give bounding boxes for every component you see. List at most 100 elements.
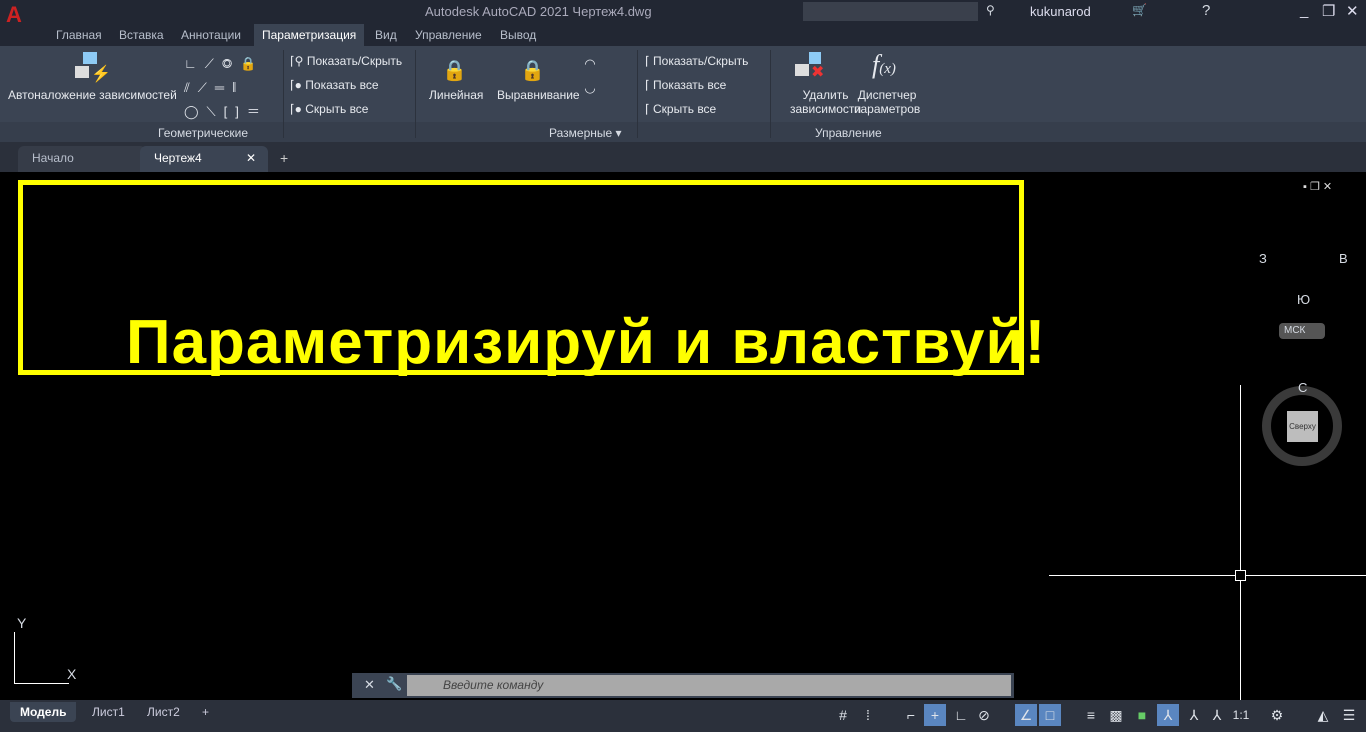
- delete-constraints-icon[interactable]: ✖: [795, 52, 825, 82]
- add-layout-button[interactable]: +: [192, 702, 219, 722]
- osnap-icon[interactable]: □: [1039, 704, 1061, 726]
- aligned-icon[interactable]: 🔒: [520, 58, 545, 83]
- geometric-constraint-icons[interactable]: ∟⟋◎🔒 ⫽⟋═∥ ◯⟍[]＝: [184, 52, 268, 124]
- crosshair-box: [1235, 570, 1246, 581]
- ribbon: ⚡ Автоналожение зависимостей ∟⟋◎🔒 ⫽⟋═∥ ◯⟍[…: [0, 46, 1366, 142]
- command-input[interactable]: Введите команду: [407, 675, 1011, 696]
- drawing-viewport[interactable]: Параметризируй и властвуй! ▪ ❐ ✕ Сверху …: [0, 172, 1366, 700]
- fx-icon[interactable]: f(x): [872, 50, 896, 80]
- tab-view[interactable]: Вид: [375, 28, 397, 42]
- autoconstrain-icon[interactable]: ⚡: [75, 52, 111, 83]
- infer-icon[interactable]: ⌐: [900, 704, 922, 726]
- tab-home[interactable]: Главная: [56, 28, 102, 42]
- scale-dropdown[interactable]: 1:1: [1230, 704, 1252, 726]
- annotation-visibility-icon[interactable]: ⅄: [1157, 704, 1179, 726]
- ucs-icon: [14, 632, 69, 684]
- linear-icon[interactable]: 🔒: [442, 58, 467, 83]
- autoconstrain-button[interactable]: Автоналожение зависимостей: [8, 88, 177, 102]
- label: параметров: [854, 102, 921, 116]
- aligned-button[interactable]: Выравнивание: [497, 88, 580, 102]
- geo-hide-all-button[interactable]: ⌈● Скрыть все: [290, 102, 368, 116]
- label: Размерные: [549, 126, 613, 140]
- layout-tab-sheet1[interactable]: Лист1: [82, 702, 135, 722]
- command-line: ✕ 🔧 Введите команду: [352, 673, 1014, 698]
- search-input[interactable]: [803, 2, 978, 21]
- status-bar: Модель Лист1 Лист2 + # ⁞ ⌐ + ∟ ⊘ ∠ □ ≡ ▩…: [0, 700, 1366, 732]
- user-name[interactable]: kukunarod: [1030, 4, 1091, 19]
- viewcube-top[interactable]: Сверху: [1287, 411, 1318, 442]
- window-title: Autodesk AutoCAD 2021 Чертеж4.dwg: [425, 4, 652, 19]
- graphics-performance-icon[interactable]: ◭: [1312, 704, 1334, 726]
- polar-icon[interactable]: ⊘: [973, 704, 995, 726]
- file-tab-drawing4[interactable]: Чертеж4 ✕: [140, 146, 268, 172]
- label: Скрыть все: [653, 102, 717, 116]
- dim-show-all-button[interactable]: ⌈ Показать все: [645, 78, 726, 92]
- restore-button[interactable]: ❐: [1322, 2, 1335, 20]
- transparency-icon[interactable]: ▩: [1105, 704, 1127, 726]
- title-bar: A Autodesk AutoCAD 2021 Чертеж4.dwg ⚲ ku…: [0, 0, 1366, 27]
- dimensional-panel-title[interactable]: Размерные ▾: [549, 126, 622, 140]
- minimize-button[interactable]: _: [1300, 2, 1308, 19]
- label: Чертеж4: [154, 151, 202, 165]
- close-button[interactable]: ✕: [1346, 2, 1359, 20]
- angular-radial-icons[interactable]: ◜◝ ◟◞: [585, 52, 595, 100]
- lineweight-icon[interactable]: ≡: [1080, 704, 1102, 726]
- dynamic-input-icon[interactable]: +: [924, 704, 946, 726]
- label: Скрыть все: [305, 102, 369, 116]
- ucs-y-label: Y: [17, 615, 27, 631]
- manage-panel-title: Управление: [815, 126, 882, 140]
- help-icon[interactable]: ?: [1202, 2, 1210, 19]
- dim-hide-all-button[interactable]: ⌈ Скрыть все: [645, 102, 716, 116]
- new-tab-button[interactable]: +: [280, 150, 288, 166]
- compass-west[interactable]: З: [1259, 251, 1267, 266]
- annotation-scale-icon[interactable]: ⅄: [1206, 704, 1228, 726]
- file-tabs: Начало Чертеж4 ✕ +: [0, 142, 1366, 172]
- viewport-controls[interactable]: ▪ ❐ ✕: [1303, 180, 1332, 193]
- ucs-x-label: X: [67, 666, 77, 682]
- crosshair-horizontal: [1049, 575, 1366, 576]
- delete-constraints-button[interactable]: Удалить зависимости: [790, 88, 861, 116]
- label: Показать/Скрыть: [306, 54, 403, 68]
- label: Удалить: [802, 88, 849, 102]
- label: Показать/Скрыть: [653, 54, 749, 68]
- wrench-icon[interactable]: 🔧: [386, 676, 402, 692]
- compass-north[interactable]: С: [1298, 380, 1307, 395]
- tab-output[interactable]: Вывод: [500, 28, 536, 42]
- ribbon-tabs: Главная Вставка Аннотации Параметризация…: [0, 24, 1366, 46]
- cart-icon[interactable]: 🛒: [1132, 3, 1147, 17]
- tab-insert[interactable]: Вставка: [119, 28, 164, 42]
- geometric-panel-title[interactable]: Геометрические: [158, 126, 248, 140]
- label: зависимости: [790, 102, 862, 116]
- gear-icon[interactable]: ⚙: [1266, 704, 1288, 726]
- autoscale-icon[interactable]: ⅄: [1183, 704, 1205, 726]
- snap-icon[interactable]: ⁞: [857, 704, 879, 726]
- highlight-frame: [18, 180, 1024, 375]
- ucs-dropdown[interactable]: МСК: [1279, 323, 1325, 339]
- ortho-icon[interactable]: ∟: [950, 704, 972, 726]
- crosshair-vertical: [1240, 385, 1241, 700]
- compass-east[interactable]: В: [1339, 251, 1348, 266]
- selection-cycling-icon[interactable]: ■: [1131, 704, 1153, 726]
- close-tab-icon[interactable]: ✕: [246, 146, 256, 170]
- linear-button[interactable]: Линейная: [429, 88, 483, 102]
- tab-manage[interactable]: Управление: [415, 28, 482, 42]
- compass-south[interactable]: Ю: [1297, 292, 1310, 307]
- menu-icon[interactable]: ☰: [1338, 704, 1360, 726]
- viewcube[interactable]: Сверху: [1262, 386, 1342, 466]
- grid-icon[interactable]: #: [832, 704, 854, 726]
- label: Показать все: [653, 78, 727, 92]
- geo-show-all-button[interactable]: ⌈● Показать все: [290, 78, 379, 92]
- layout-tab-sheet2[interactable]: Лист2: [137, 702, 190, 722]
- search-icon[interactable]: ⚲: [986, 3, 995, 17]
- parameters-manager-button[interactable]: Диспетчер параметров: [854, 88, 920, 116]
- dim-show-hide-button[interactable]: ⌈ Показать/Скрыть: [645, 54, 748, 68]
- file-tab-start[interactable]: Начало: [18, 146, 146, 172]
- tab-parametric[interactable]: Параметризация: [254, 24, 365, 46]
- label: Показать все: [305, 78, 379, 92]
- geo-show-hide-button[interactable]: ⌈⚲ Показать/Скрыть: [290, 54, 402, 68]
- close-command-icon[interactable]: ✕: [364, 677, 375, 693]
- layout-tab-model[interactable]: Модель: [10, 702, 77, 722]
- label: Диспетчер: [857, 88, 917, 102]
- tab-annotate[interactable]: Аннотации: [181, 28, 241, 42]
- isodraft-icon[interactable]: ∠: [1015, 704, 1037, 726]
